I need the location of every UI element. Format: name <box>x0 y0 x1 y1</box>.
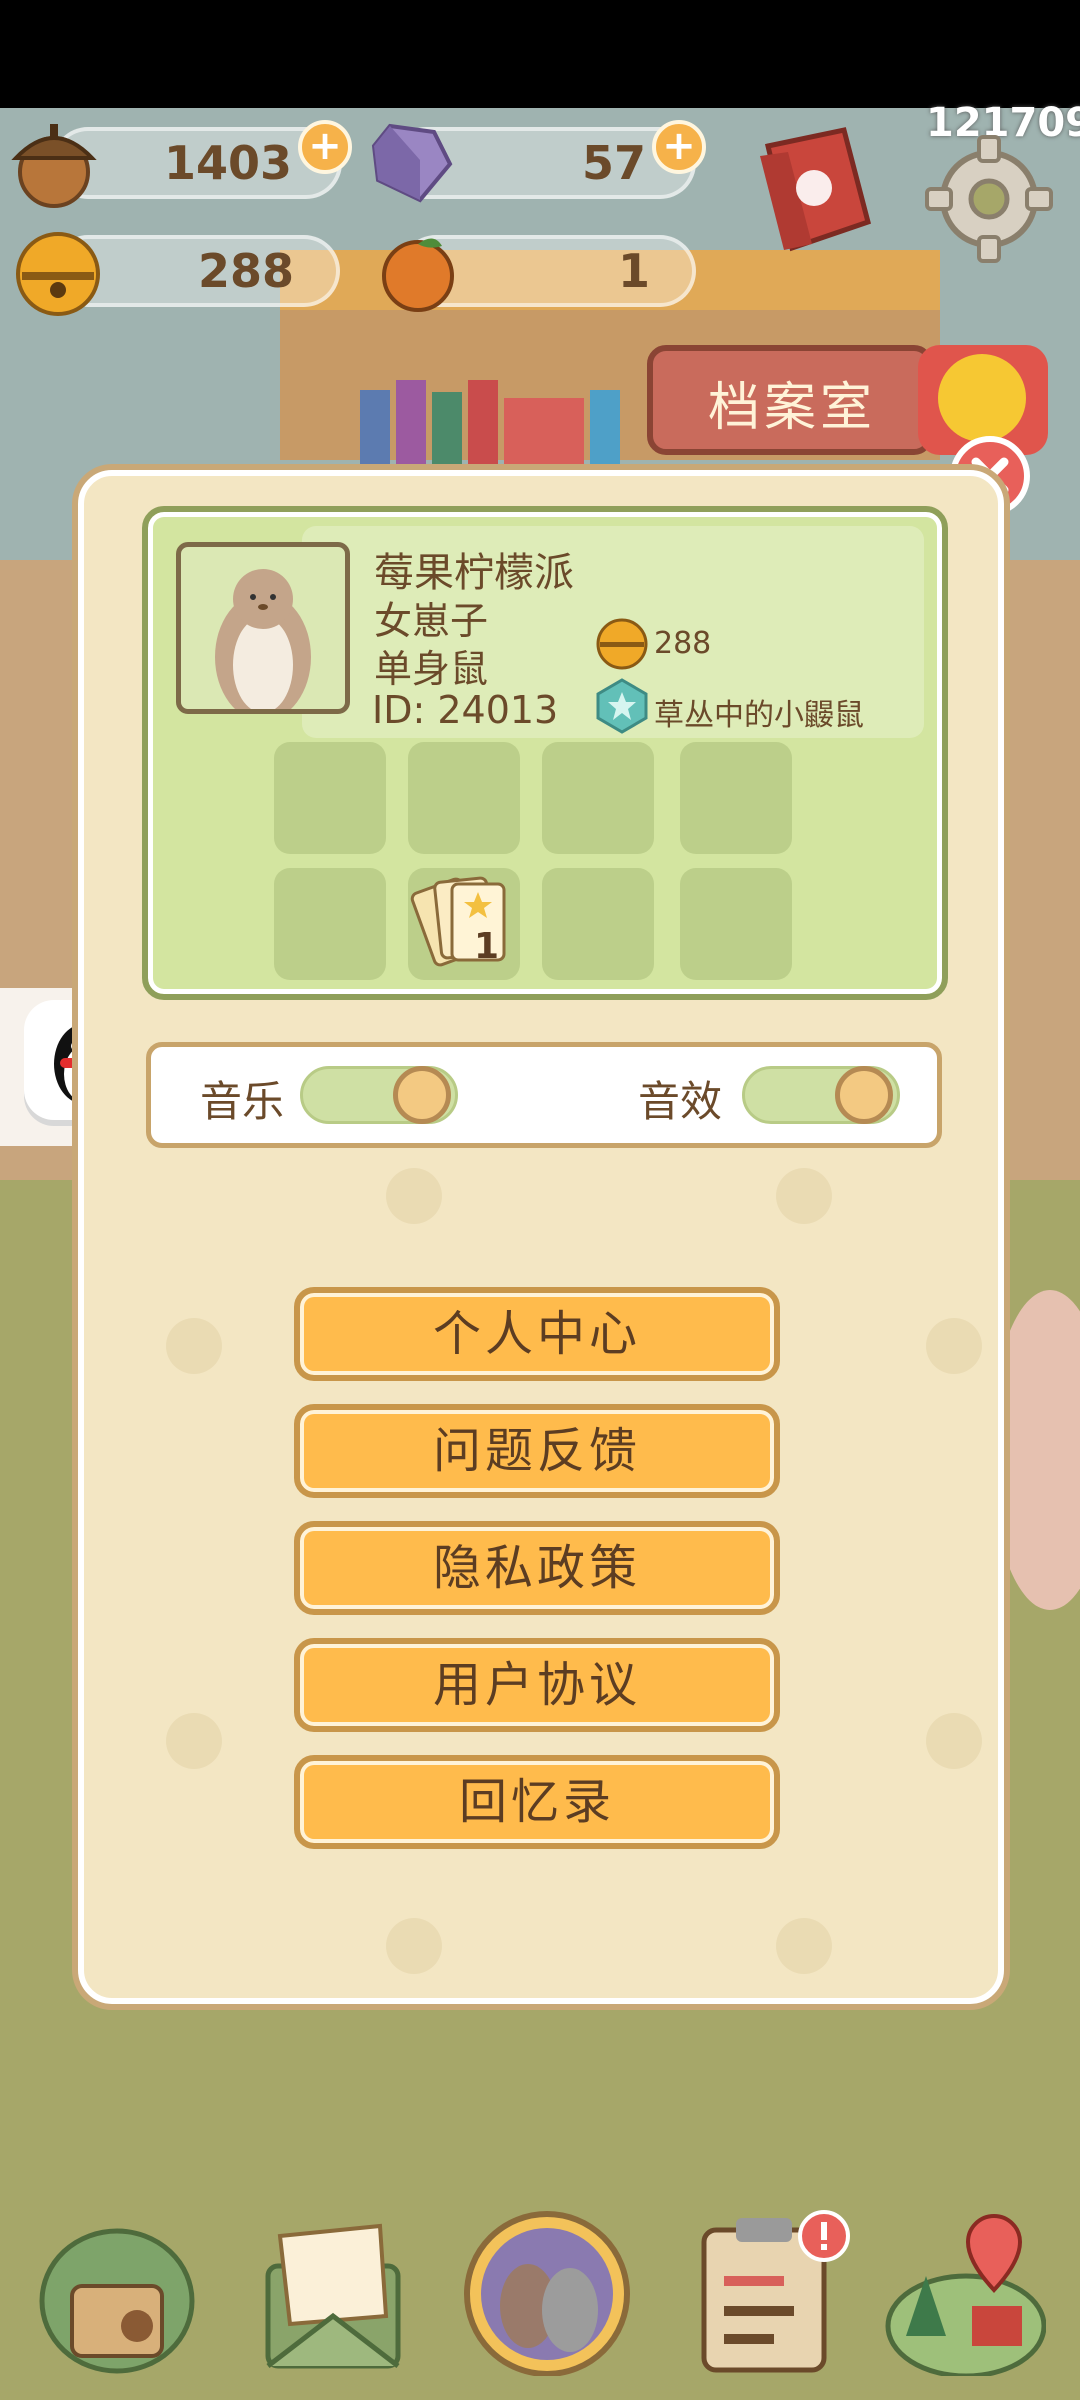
archive-room-sign[interactable]: 档案室 <box>662 365 922 440</box>
acorn-add-button[interactable]: + <box>298 120 352 174</box>
gear-icon[interactable] <box>924 134 1054 264</box>
item-slot[interactable] <box>542 868 654 980</box>
profile-id: ID: 24013 <box>372 688 559 732</box>
personal-center-button[interactable]: 个人中心 <box>294 1287 780 1381</box>
sfx-slider[interactable] <box>742 1066 900 1124</box>
avatar[interactable] <box>176 542 350 714</box>
bell-value: 288 <box>197 244 294 298</box>
privacy-policy-button[interactable]: 隐私政策 <box>294 1521 780 1615</box>
music-slider-knob[interactable] <box>393 1066 451 1124</box>
profile-title-badge: 草丛中的小鼹鼠 <box>654 698 864 733</box>
profile-status: 单身鼠 <box>374 647 489 691</box>
golden-bell-icon <box>16 232 100 316</box>
home-house-icon[interactable] <box>32 2206 202 2376</box>
map-pin-icon[interactable] <box>876 2206 1046 2376</box>
acorn-value: 1403 <box>163 136 292 190</box>
mail-envelope-icon[interactable] <box>250 2206 420 2376</box>
collection-book-icon[interactable] <box>748 126 878 260</box>
card-count: 1 <box>474 926 500 967</box>
star-badge-icon <box>596 678 648 734</box>
task-clipboard-icon[interactable] <box>684 2206 854 2376</box>
item-slot[interactable] <box>408 742 520 854</box>
user-agreement-button[interactable]: 用户协议 <box>294 1638 780 1732</box>
card-item-slot[interactable]: 1 <box>408 868 520 980</box>
gem-add-button[interactable]: + <box>652 120 706 174</box>
otter-avatar-icon <box>215 569 311 709</box>
profile-bells: 288 <box>654 626 712 661</box>
friends-otters-icon[interactable] <box>462 2206 632 2376</box>
golden-bell-icon <box>596 618 648 670</box>
item-slot[interactable] <box>542 742 654 854</box>
item-slot[interactable] <box>680 742 792 854</box>
cards-icon <box>410 876 506 967</box>
purple-gem-icon <box>371 123 453 203</box>
feedback-button[interactable]: 问题反馈 <box>294 1404 780 1498</box>
gem-value: 57 <box>581 136 646 190</box>
item-slot[interactable] <box>274 742 386 854</box>
orange-fruit-icon <box>382 238 454 312</box>
item-slot[interactable] <box>680 868 792 980</box>
memoir-button[interactable]: 回忆录 <box>294 1755 780 1849</box>
orange-value: 1 <box>617 244 650 298</box>
music-slider[interactable] <box>300 1066 458 1124</box>
music-label: 音乐 <box>200 1077 285 1126</box>
game-scene: 1403 57 288 1 + + 121709 档案室 莓果柠檬派 女崽子 单… <box>0 0 1080 2400</box>
profile-gender: 女崽子 <box>374 599 489 643</box>
acorn-icon <box>11 124 97 208</box>
item-slot[interactable] <box>274 868 386 980</box>
sfx-label: 音效 <box>638 1077 723 1126</box>
sfx-slider-knob[interactable] <box>835 1066 893 1124</box>
